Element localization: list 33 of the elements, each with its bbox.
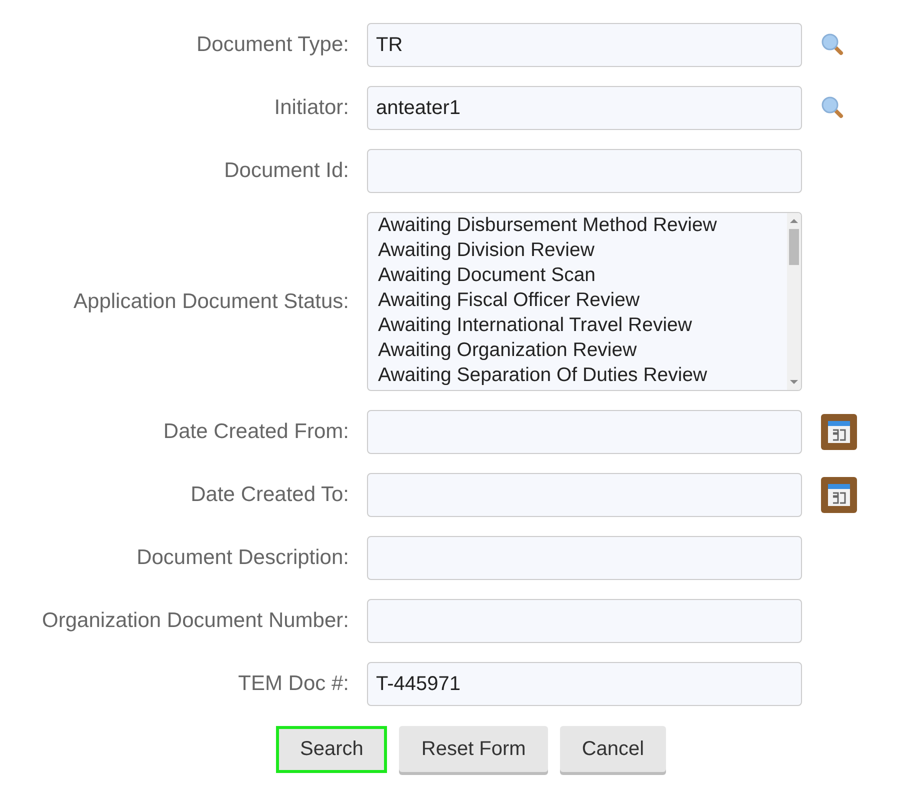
scrollbar[interactable] <box>787 213 801 390</box>
field-label: Document Id: <box>223 159 349 183</box>
status-option[interactable]: Awaiting Disbursement Method Review <box>378 213 777 238</box>
form-button[interactable]: Search <box>276 726 388 773</box>
input-field[interactable]: T-445971 <box>367 662 802 706</box>
field-label: Date Created To: <box>190 483 349 507</box>
search-icon[interactable] <box>820 32 846 58</box>
field-label: Document Type: <box>195 33 349 57</box>
status-option[interactable]: Awaiting Document Scan <box>378 263 777 288</box>
input-field[interactable] <box>367 149 802 193</box>
field-label: Organization Document Number: <box>41 609 349 633</box>
input-field[interactable] <box>367 599 802 643</box>
calendar-icon[interactable] <box>820 413 858 451</box>
input-field[interactable]: TR <box>367 23 802 67</box>
field-label: TEM Doc #: <box>237 672 349 696</box>
status-option[interactable]: Awaiting Division Review <box>378 238 777 263</box>
field-label: Date Created From: <box>162 420 349 444</box>
status-listbox[interactable] <box>367 212 802 391</box>
status-option[interactable]: Awaiting International Travel Review <box>378 313 777 338</box>
form-button[interactable]: Reset Form <box>399 726 548 772</box>
field-label: Initiator: <box>273 96 349 120</box>
input-field[interactable] <box>367 410 802 454</box>
input-field[interactable] <box>367 473 802 517</box>
status-option[interactable]: Awaiting Organization Review <box>378 338 777 363</box>
input-field[interactable]: anteater1 <box>367 86 802 130</box>
status-option[interactable]: Awaiting Separation Of Duties Review <box>378 363 777 388</box>
calendar-icon[interactable] <box>820 476 858 514</box>
search-icon[interactable] <box>820 95 846 121</box>
status-option[interactable]: Awaiting Fiscal Officer Review <box>378 288 777 313</box>
field-label: Application Document Status: <box>72 290 349 314</box>
form-button[interactable]: Cancel <box>560 726 666 772</box>
input-field[interactable] <box>367 536 802 580</box>
field-label: Document Description: <box>136 546 349 570</box>
